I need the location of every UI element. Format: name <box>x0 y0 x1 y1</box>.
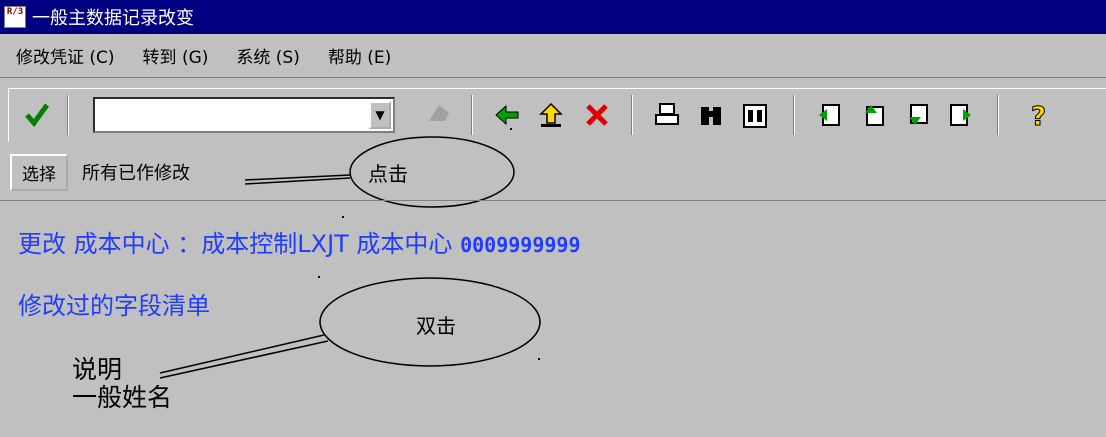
list-item[interactable]: 一般姓名 <box>72 383 172 413</box>
annotation-layer <box>159 136 541 379</box>
click-annotation: 点击 <box>368 162 408 186</box>
changed-fields-list-title: 修改过的字段清单 <box>18 292 210 320</box>
heading-text: 更改 成本中心 ：成本控制LXJT 成本中心 <box>18 230 453 258</box>
cost-center-id: 0009999999 <box>460 233 581 257</box>
list-item[interactable]: 说明 <box>72 355 122 385</box>
heading: 更改 成本中心 ：成本控制LXJT 成本中心 0009999999 <box>18 224 581 259</box>
double-click-annotation: 双击 <box>416 314 456 338</box>
